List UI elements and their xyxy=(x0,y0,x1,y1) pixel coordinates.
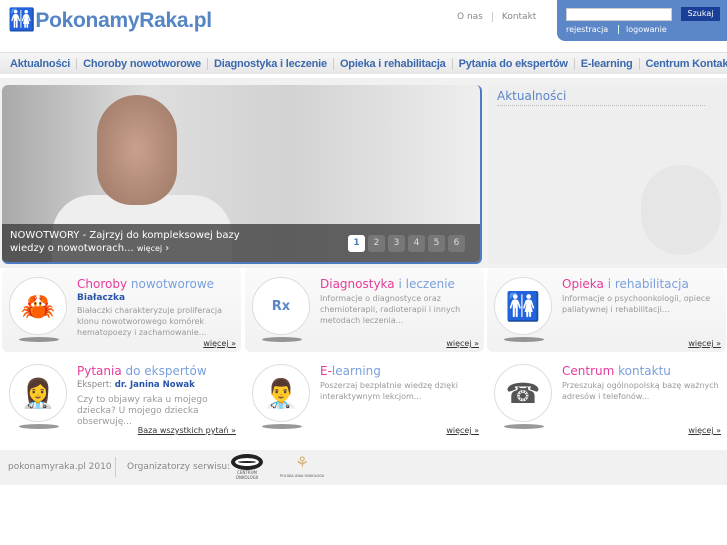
more-link[interactable]: więcej » xyxy=(446,426,479,435)
link-kontakt[interactable]: Kontakt xyxy=(491,12,545,22)
divider xyxy=(115,457,116,477)
slide-5[interactable]: 5 xyxy=(428,235,445,252)
news-panel: Aktualności xyxy=(488,85,726,264)
card-text: Czy to objawy raka u mojego dziecka? U m… xyxy=(77,395,208,427)
card-text: Informacje o diagnostyce oraz chemiotera… xyxy=(320,294,461,325)
slide-3[interactable]: 3 xyxy=(388,235,405,252)
people-logo-icon: 🚻 xyxy=(8,8,35,33)
more-link[interactable]: więcej » xyxy=(688,426,721,435)
main-nav: Aktualności Choroby nowotworowe Diagnost… xyxy=(0,52,727,74)
more-link[interactable]: więcej » xyxy=(203,339,236,348)
shadow xyxy=(504,424,544,429)
search-panel: Szukaj rejestracja logowanie xyxy=(557,0,727,41)
slide-1[interactable]: 1 xyxy=(348,235,365,252)
card-title[interactable]: Centrum kontaktu xyxy=(562,364,671,378)
nav-elearning[interactable]: E-learning xyxy=(573,57,639,70)
polska-unia-onkologii-logo[interactable]: ⚘ POLSKA UNIA ONKOLOGII xyxy=(280,452,324,478)
slide-6[interactable]: 6 xyxy=(448,235,465,252)
nav-choroby[interactable]: Choroby nowotworowe xyxy=(76,57,207,70)
card-title[interactable]: E-learning xyxy=(320,364,381,378)
male-doctor-image: 👨‍⚕️ xyxy=(252,364,310,422)
search-button[interactable]: Szukaj xyxy=(681,7,720,21)
questions-database-link[interactable]: Baza wszystkich pytań » xyxy=(138,426,236,435)
people-icon: 🚻 xyxy=(494,277,552,335)
logo-text: PokonamyRaka.pl xyxy=(35,8,212,32)
more-link[interactable]: więcej » xyxy=(688,339,721,348)
slide-4[interactable]: 4 xyxy=(408,235,425,252)
telephone-icon: ☎ xyxy=(494,364,552,422)
caption-more-link[interactable]: więcej xyxy=(137,244,162,253)
card-text: Przeszukaj ogólnopolską bazę ważnych adr… xyxy=(562,381,719,401)
caption-text: NOWOTWORY - Zajrzyj do kompleksowej bazy… xyxy=(10,230,240,254)
expert-link[interactable]: dr. Janina Nowak xyxy=(115,380,195,390)
card-text: Białaczki charakteryzuje proliferacja kl… xyxy=(77,306,223,337)
copyright: pokonamyraka.pl 2010 xyxy=(8,462,112,472)
nav-opieka[interactable]: Opieka i rehabilitacja xyxy=(332,57,452,70)
card-centrum: ☎ Centrum kontaktu Przeszukaj ogólnopols… xyxy=(487,355,726,439)
more-link[interactable]: więcej » xyxy=(446,339,479,348)
nav-diagnostyka[interactable]: Diagnostyka i leczenie xyxy=(206,57,333,70)
nav-pytania[interactable]: Pytania do ekspertów xyxy=(451,57,574,70)
organizers-label: Organizatorzy serwisu: xyxy=(127,462,231,472)
doctor-face-image xyxy=(97,95,177,205)
card-choroby: 🦀 Choroby nowotworowe Białaczka Białaczk… xyxy=(2,268,241,352)
news-title: Aktualności xyxy=(497,89,567,103)
card-text: Poszerzaj bezpłatnie wiedzę dzięki inter… xyxy=(320,381,458,401)
card-title[interactable]: Diagnostyka i leczenie xyxy=(320,277,455,291)
card-title[interactable]: Choroby nowotworowe xyxy=(77,277,214,291)
shadow xyxy=(19,337,59,342)
slider-pagination: 1 2 3 4 5 6 xyxy=(348,235,465,252)
slide-2[interactable]: 2 xyxy=(368,235,385,252)
mortar-rx-icon: Rx xyxy=(252,277,310,335)
hero-slider[interactable]: NOWOTWORY - Zajrzyj do kompleksowej bazy… xyxy=(2,85,482,264)
search-input[interactable] xyxy=(566,8,672,21)
footer: pokonamyraka.pl 2010 Organizatorzy serwi… xyxy=(0,450,727,485)
card-subtitle-link[interactable]: Białaczka xyxy=(77,293,125,303)
login-link[interactable]: logowanie xyxy=(618,25,667,34)
card-elearning: 👨‍⚕️ E-learning Poszerzaj bezpłatnie wie… xyxy=(245,355,484,439)
nav-aktualnosci[interactable]: Aktualności xyxy=(4,58,76,70)
female-doctor-image: 👩‍⚕️ xyxy=(9,364,67,422)
nav-centrum[interactable]: Centrum Kontaktu xyxy=(638,57,727,70)
centrum-onkologii-logo[interactable]: CENTRUM ONKOLOGII xyxy=(230,454,264,480)
register-link[interactable]: rejestracja xyxy=(566,25,608,34)
shadow xyxy=(262,337,302,342)
expert-line: Ekspert: dr. Janina Nowak xyxy=(77,380,195,390)
logo[interactable]: 🚻 PokonamyRaka.pl xyxy=(8,8,212,33)
card-text: Informacje o psychoonkologii, opiece pal… xyxy=(562,294,711,314)
divider xyxy=(497,105,705,106)
watermark-icon xyxy=(641,165,721,255)
link-o-nas[interactable]: O nas xyxy=(457,12,492,22)
card-opieka: 🚻 Opieka i rehabilitacja Informacje o ps… xyxy=(487,268,726,352)
shadow xyxy=(262,424,302,429)
shadow xyxy=(19,424,59,429)
crab-icon: 🦀 xyxy=(9,277,67,335)
card-title[interactable]: Opieka i rehabilitacja xyxy=(562,277,689,291)
shadow xyxy=(504,337,544,342)
card-title[interactable]: Pytania do ekspertów xyxy=(77,364,207,378)
card-pytania: 👩‍⚕️ Pytania do ekspertów Ekspert: dr. J… xyxy=(2,355,241,439)
card-diagnostyka: Rx Diagnostyka i leczenie Informacje o d… xyxy=(245,268,484,352)
